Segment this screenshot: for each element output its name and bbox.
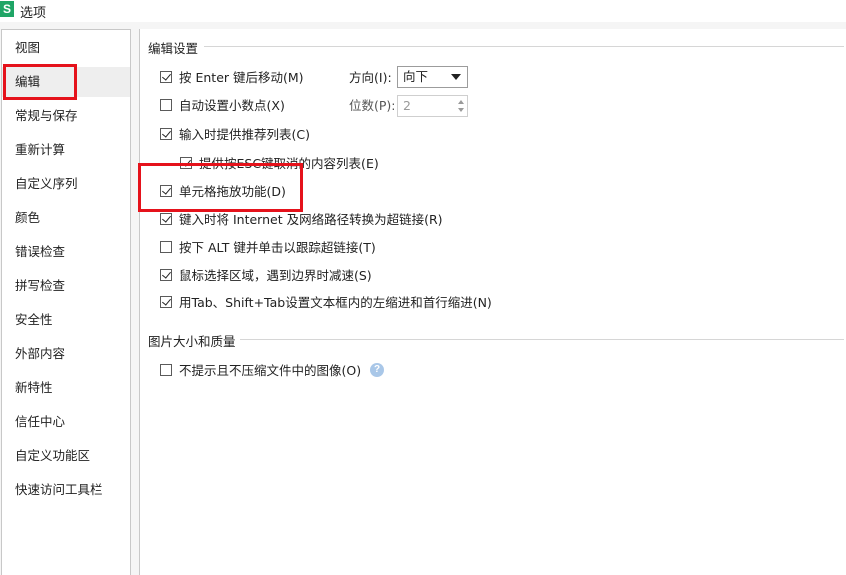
checkbox[interactable] xyxy=(160,99,172,111)
checkbox[interactable] xyxy=(160,269,172,281)
sidebar-item-view[interactable]: 视图 xyxy=(2,33,130,63)
sidebar-item-security[interactable]: 安全性 xyxy=(2,305,130,335)
option-label: 键入时将 Internet 及网络路径转换为超链接(R) xyxy=(179,212,443,227)
direction-value: 向下 xyxy=(403,69,429,84)
sidebar-item-recalculate[interactable]: 重新计算 xyxy=(2,135,130,165)
dropdown-arrow-icon xyxy=(451,74,461,80)
option-label: 自动设置小数点(X) xyxy=(179,98,285,113)
option-label: 鼠标选择区域，遇到边界时减速(S) xyxy=(179,268,372,283)
places-value: 2 xyxy=(403,98,411,113)
option-label: 用Tab、Shift+Tab设置文本框内的左缩进和首行缩进(N) xyxy=(179,295,492,310)
image-settings-header: 图片大小和质量 xyxy=(148,334,236,349)
spin-down-icon[interactable] xyxy=(458,108,464,112)
checkbox[interactable] xyxy=(160,296,172,308)
app-logo-icon: S xyxy=(0,1,14,17)
sidebar-item-error-checking[interactable]: 错误检查 xyxy=(2,237,130,267)
sidebar-item-new-features[interactable]: 新特性 xyxy=(2,373,130,403)
sidebar-item-custom-lists[interactable]: 自定义序列 xyxy=(2,169,130,199)
sidebar-item-colors[interactable]: 颜色 xyxy=(2,203,130,233)
sidebar-item-external-content[interactable]: 外部内容 xyxy=(2,339,130,369)
sidebar-item-quick-access-toolbar[interactable]: 快速访问工具栏 xyxy=(2,475,130,505)
sidebar-item-general-save[interactable]: 常规与保存 xyxy=(2,101,130,131)
edit-settings-header: 编辑设置 xyxy=(148,41,199,56)
option-label: 不提示且不压缩文件中的图像(O) xyxy=(179,363,362,378)
sidebar-item-trust-center[interactable]: 信任中心 xyxy=(2,407,130,437)
direction-label: 方向(I): xyxy=(349,70,392,85)
option-label: 输入时提供推荐列表(C) xyxy=(179,127,310,142)
sidebar-item-customize-ribbon[interactable]: 自定义功能区 xyxy=(2,441,130,471)
places-label: 位数(P): xyxy=(349,98,396,113)
checkbox[interactable] xyxy=(160,128,172,140)
group-divider xyxy=(204,46,844,47)
options-content: 编辑设置 按 Enter 键后移动(M) 方向(I): 向下 自动设置小数点(X… xyxy=(139,29,846,575)
direction-select[interactable]: 向下 xyxy=(397,66,468,88)
options-sidebar: 视图 编辑 常规与保存 重新计算 自定义序列 颜色 错误检查 拼写检查 安全性 … xyxy=(1,29,131,575)
checkbox[interactable] xyxy=(160,213,172,225)
question-icon[interactable]: ? xyxy=(370,363,384,377)
spin-up-icon[interactable] xyxy=(458,100,464,104)
option-label: 按下 ALT 键并单击以跟踪超链接(T) xyxy=(179,240,376,255)
highlight-box-edit-item xyxy=(3,64,77,100)
checkbox[interactable] xyxy=(160,241,172,253)
checkbox[interactable] xyxy=(160,364,172,376)
title-bar: S 选项 xyxy=(0,0,846,22)
places-spinner[interactable]: 2 xyxy=(397,95,468,117)
group-divider xyxy=(240,339,844,340)
checkbox[interactable] xyxy=(160,71,172,83)
sidebar-item-spell-check[interactable]: 拼写检查 xyxy=(2,271,130,301)
option-label: 按 Enter 键后移动(M) xyxy=(179,70,304,85)
window-title: 选项 xyxy=(20,6,47,21)
highlight-box-drag-drop xyxy=(138,163,303,212)
